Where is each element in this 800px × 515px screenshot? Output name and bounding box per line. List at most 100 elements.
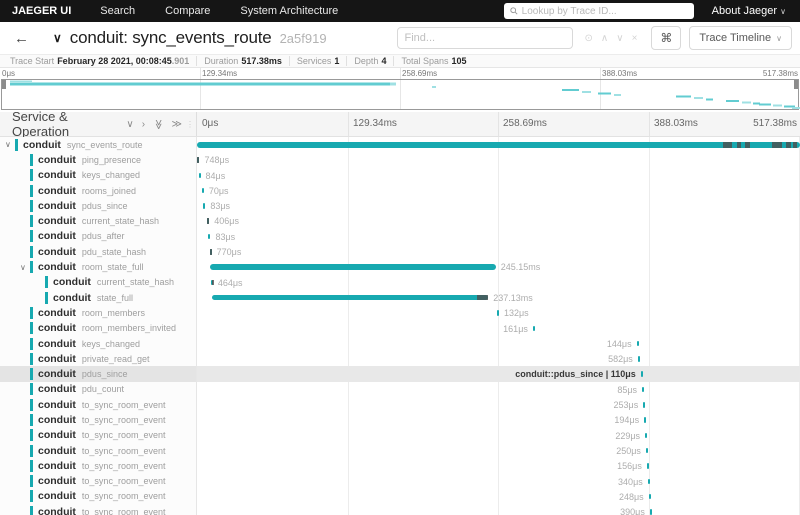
span-row[interactable]: conduit rooms_joined 70μs xyxy=(0,182,800,199)
nav-item-system-architecture[interactable]: System Architecture xyxy=(225,5,353,17)
span-row[interactable]: conduit to_sync_room_event 248μs xyxy=(0,488,800,505)
span-row[interactable]: conduit keys_changed 144μs xyxy=(0,335,800,352)
span-bar[interactable] xyxy=(198,172,201,179)
span-row[interactable]: conduit keys_changed 84μs xyxy=(0,167,800,183)
span-timeline-cell[interactable]: 161μs xyxy=(197,321,800,336)
span-timeline-cell[interactable]: 237.13ms xyxy=(197,290,800,305)
span-timeline-cell[interactable]: 340μs xyxy=(197,474,800,489)
span-bar[interactable] xyxy=(212,294,489,301)
span-name-cell[interactable]: conduit to_sync_room_event xyxy=(0,397,197,413)
minimap-canvas[interactable] xyxy=(1,79,800,110)
span-name-cell[interactable]: conduit to_sync_room_event xyxy=(0,412,197,428)
span-bar[interactable] xyxy=(642,386,644,393)
span-name-cell[interactable]: conduit to_sync_room_event xyxy=(0,488,197,505)
find-scope-icon[interactable]: ⊙ xyxy=(581,33,597,44)
about-jaeger-menu[interactable]: About Jaeger ∨ xyxy=(712,5,800,17)
span-row[interactable]: conduit pdus_since conduit::pdus_since | 1… xyxy=(0,366,800,382)
span-row[interactable]: conduit ping_presence 748μs xyxy=(0,152,800,168)
span-row[interactable]: conduit pdus_after 83μs xyxy=(0,228,800,245)
span-name-cell[interactable]: conduit pdus_since xyxy=(0,366,197,382)
span-timeline-cell[interactable]: 406μs xyxy=(197,213,800,228)
span-timeline-cell[interactable]: 83μs xyxy=(197,229,800,244)
span-bar[interactable] xyxy=(209,264,496,270)
collapse-trace-chevron-icon[interactable]: ∨ xyxy=(53,31,62,45)
span-name-cell[interactable]: conduit ping_presence xyxy=(0,152,197,168)
expand-all-icon[interactable]: ≫ xyxy=(168,119,186,130)
jaeger-logo[interactable]: JAEGER UI xyxy=(0,5,85,17)
span-timeline-cell[interactable]: 253μs xyxy=(197,397,800,412)
span-bar[interactable] xyxy=(648,493,651,500)
range-scrubber-right[interactable] xyxy=(794,80,798,89)
span-timeline-cell[interactable]: 194μs xyxy=(197,412,800,427)
span-bar[interactable] xyxy=(646,463,649,469)
span-bar[interactable] xyxy=(647,478,650,485)
span-row[interactable]: conduit pdus_since 83μs xyxy=(0,198,800,214)
span-name-cell[interactable]: conduit current_state_hash xyxy=(0,213,197,229)
span-bar[interactable] xyxy=(636,340,639,347)
trace-id-search-box[interactable]: Lookup by Trace ID... xyxy=(503,3,694,19)
span-row[interactable]: conduit current_state_hash 464μs xyxy=(0,274,800,290)
span-bar[interactable] xyxy=(203,203,206,209)
span-row[interactable]: conduit private_read_get 582μs xyxy=(0,351,800,367)
find-next-icon[interactable]: ∨ xyxy=(612,33,627,44)
span-name-cell[interactable]: conduit pdus_since xyxy=(0,198,197,214)
span-name-cell[interactable]: conduit room_members_invited xyxy=(0,320,197,336)
span-timeline-cell[interactable]: 464μs xyxy=(197,275,800,290)
span-timeline-cell[interactable]: conduit::pdus_since | 110μs xyxy=(197,366,800,381)
span-name-cell[interactable]: conduit to_sync_room_event xyxy=(0,504,197,515)
span-row[interactable]: conduit to_sync_room_event 250μs xyxy=(0,442,800,459)
span-bar[interactable] xyxy=(532,325,535,332)
span-name-cell[interactable]: conduit pdu_count xyxy=(0,381,197,398)
span-name-cell[interactable]: conduit to_sync_room_event xyxy=(0,473,197,489)
span-row[interactable]: conduit pdu_state_hash 770μs xyxy=(0,244,800,260)
span-row[interactable]: conduit room_members 132μs xyxy=(0,305,800,321)
collapse-one-icon[interactable]: ∨ xyxy=(122,119,137,130)
span-name-cell[interactable]: conduit pdus_after xyxy=(0,228,197,245)
span-bar[interactable] xyxy=(644,417,647,423)
nav-item-search[interactable]: Search xyxy=(85,5,150,17)
span-name-cell[interactable]: conduit rooms_joined xyxy=(0,182,197,199)
span-bar[interactable] xyxy=(640,371,643,377)
span-row[interactable]: conduit to_sync_room_event 340μs xyxy=(0,473,800,489)
span-bar[interactable] xyxy=(208,233,211,240)
span-row[interactable]: conduit state_full 237.13ms xyxy=(0,289,800,306)
span-timeline-cell[interactable]: 770μs xyxy=(197,244,800,259)
find-prev-icon[interactable]: ∧ xyxy=(597,33,612,44)
span-timeline-cell[interactable]: 70μs xyxy=(197,183,800,198)
span-timeline-cell[interactable]: 83μs xyxy=(197,198,800,213)
span-name-cell[interactable]: ∨ conduit room_state_full xyxy=(0,259,197,275)
span-name-cell[interactable]: conduit room_members xyxy=(0,305,197,321)
span-row[interactable]: conduit current_state_hash 406μs xyxy=(0,213,800,229)
expand-chevron-icon[interactable]: ∨ xyxy=(5,140,15,149)
expand-chevron-icon[interactable]: ∨ xyxy=(20,263,30,272)
span-name-cell[interactable]: conduit pdu_state_hash xyxy=(0,244,197,260)
span-row[interactable]: ∨ conduit sync_events_route xyxy=(0,137,800,153)
back-arrow-icon[interactable]: ← xyxy=(0,30,39,47)
span-timeline-cell[interactable]: 85μs xyxy=(197,382,800,397)
span-bar[interactable] xyxy=(637,356,640,362)
find-clear-icon[interactable]: × xyxy=(628,33,642,44)
span-bar[interactable] xyxy=(643,402,646,408)
span-row[interactable]: conduit to_sync_room_event 253μs xyxy=(0,397,800,413)
span-name-cell[interactable]: conduit current_state_hash xyxy=(0,274,197,290)
column-resizer-handle[interactable]: ⋮ xyxy=(186,120,194,129)
span-row[interactable]: conduit to_sync_room_event 229μs xyxy=(0,427,800,443)
span-timeline-cell[interactable]: 582μs xyxy=(197,351,800,366)
span-name-cell[interactable]: conduit to_sync_room_event xyxy=(0,442,197,459)
span-name-cell[interactable]: conduit private_read_get xyxy=(0,351,197,367)
span-row[interactable]: ∨ conduit room_state_full 245.15ms xyxy=(0,259,800,275)
span-bar[interactable] xyxy=(197,142,800,148)
span-row[interactable]: conduit to_sync_room_event 194μs xyxy=(0,412,800,428)
span-timeline-cell[interactable]: 132μs xyxy=(197,305,800,320)
span-name-cell[interactable]: conduit to_sync_room_event xyxy=(0,458,197,474)
span-name-cell[interactable]: conduit keys_changed xyxy=(0,335,197,352)
span-timeline-cell[interactable]: 390μs xyxy=(197,504,800,515)
nav-item-compare[interactable]: Compare xyxy=(150,5,225,17)
span-bar[interactable] xyxy=(201,187,204,194)
span-row[interactable]: conduit to_sync_room_event 156μs xyxy=(0,458,800,474)
span-name-cell[interactable]: conduit to_sync_room_event xyxy=(0,427,197,443)
span-bar[interactable] xyxy=(496,310,499,316)
trace-view-select[interactable]: Trace Timeline ∨ xyxy=(689,26,792,50)
span-timeline-cell[interactable]: 250μs xyxy=(197,443,800,458)
span-timeline-cell[interactable] xyxy=(197,137,800,152)
